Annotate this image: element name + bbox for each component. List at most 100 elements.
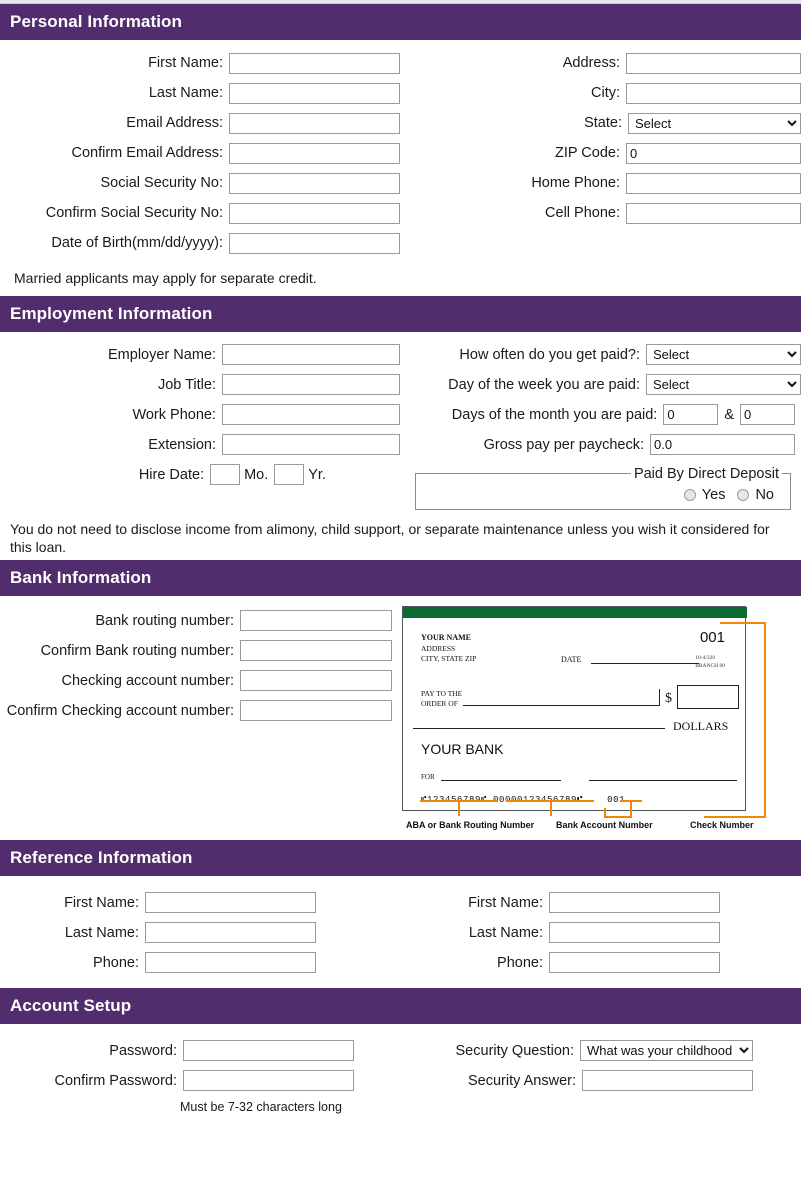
check-date-line (591, 662, 699, 664)
field-confirm-bank-routing-number: Confirm Bank routing number: (0, 636, 400, 666)
reference1-first-name-input[interactable] (145, 892, 316, 914)
check-graphic: YOUR NAME ADDRESS CITY, STATE ZIP DATE 0… (402, 605, 747, 811)
field-password: Password: (0, 1036, 400, 1066)
address-input[interactable] (626, 52, 801, 74)
field-label-reference2-first-name: First Name: (468, 894, 543, 911)
check-fraction-top: 10-4/320 (695, 654, 716, 661)
password-hint: Must be 7-32 characters long (180, 1099, 342, 1114)
home-phone-input[interactable] (626, 172, 801, 194)
check-for-label: FOR (421, 772, 435, 781)
social-security-no-input[interactable] (229, 172, 400, 194)
field-label-work-phone: Work Phone: (132, 406, 216, 423)
field-confirm-social-security-no: Confirm Social Security No: (0, 198, 400, 228)
check-annotation-labels: ABA or Bank Routing Number Bank Account … (360, 816, 770, 836)
pay-day-of-month-1-input[interactable] (663, 404, 719, 425)
field-label-pay-frequency: How often do you get paid?: (459, 346, 640, 363)
extension-input[interactable] (222, 434, 400, 455)
annotation-stem-checknum (630, 799, 632, 816)
confirm-password-input[interactable] (183, 1070, 354, 1092)
field-security-answer: Security Answer: (400, 1066, 801, 1096)
security-question-select[interactable]: What was your childhood (580, 1040, 753, 1062)
employment-right-column: How often do you get paid?: Select Day o… (400, 340, 801, 510)
check-pay-to-line1: PAY TO THE (421, 688, 463, 698)
job-title-input[interactable] (222, 374, 400, 395)
field-label-reference2-phone: Phone: (497, 954, 543, 971)
field-gross-pay: Gross pay per paycheck: (400, 430, 801, 460)
field-job-title: Job Title: (0, 370, 400, 400)
hire-date-month-unit-label: Mo. (244, 466, 269, 483)
bank-right-column: YOUR NAME ADDRESS CITY, STATE ZIP DATE 0… (400, 605, 801, 834)
reference1-last-name-input[interactable] (145, 922, 316, 944)
check-bank-name: YOUR BANK (421, 740, 504, 757)
pay-day-of-month-2-input[interactable] (740, 404, 795, 425)
section-employment-information: Employment Information Employer Name: Jo… (0, 295, 801, 560)
first-name-input[interactable] (229, 52, 400, 74)
check-payer-city: CITY, STATE ZIP (421, 653, 477, 663)
field-label-cell-phone: Cell Phone: (545, 205, 620, 221)
direct-deposit-yes-label: Yes (701, 486, 726, 503)
field-reference1-last-name: Last Name: (0, 918, 400, 948)
reference-body: First Name: Last Name: Phone: First Name… (0, 876, 801, 988)
zip-code-input[interactable] (626, 142, 801, 164)
employer-name-input[interactable] (222, 344, 400, 365)
field-zip-code: ZIP Code: (400, 138, 801, 168)
direct-deposit-options: Yes No (424, 486, 782, 503)
bank-routing-number-input[interactable] (240, 610, 392, 632)
date-of-birth-input[interactable] (229, 232, 400, 254)
field-date-of-birth: Date of Birth(mm/dd/yyyy): (0, 228, 400, 258)
confirm-checking-account-number-input[interactable] (240, 700, 392, 722)
hire-date-year-input[interactable] (274, 464, 305, 485)
pay-day-of-week-select[interactable]: Select (646, 374, 801, 395)
field-reference1-first-name: First Name: (0, 888, 400, 918)
state-select[interactable]: Select (628, 112, 801, 134)
check-signature-line (589, 779, 737, 781)
pay-frequency-select[interactable]: Select (646, 344, 801, 365)
personal-body: First Name: Last Name: Email Address: Co… (0, 40, 801, 264)
field-checking-account-number: Checking account number: (0, 666, 400, 696)
work-phone-input[interactable] (222, 404, 400, 425)
direct-deposit-no-radio[interactable] (737, 488, 750, 501)
field-hire-date: Hire Date: Mo. Yr. (0, 460, 400, 490)
field-label-password: Password: (109, 1042, 177, 1059)
email-address-input[interactable] (229, 112, 400, 134)
last-name-input[interactable] (229, 82, 400, 104)
check-pay-to-line2: ORDER OF (421, 699, 458, 709)
password-input[interactable] (183, 1040, 354, 1062)
hire-date-month-input[interactable] (210, 464, 241, 485)
gross-pay-input[interactable] (650, 434, 795, 455)
cell-phone-input[interactable] (626, 202, 801, 224)
confirm-social-security-no-input[interactable] (229, 202, 400, 224)
city-input[interactable] (626, 82, 801, 104)
employment-note: You do not need to disclose income from … (10, 520, 770, 555)
field-label-state: State: (584, 115, 622, 131)
field-label-city: City: (591, 85, 620, 101)
confirm-bank-routing-number-input[interactable] (240, 640, 392, 662)
reference2-phone-input[interactable] (549, 952, 720, 974)
field-label-first-name: First Name: (148, 55, 223, 71)
hire-date-year-unit-label: Yr. (308, 466, 326, 483)
check-amount-box (677, 684, 739, 709)
direct-deposit-yes-radio[interactable] (683, 488, 696, 501)
section-header-employment: Employment Information (0, 295, 801, 332)
direct-deposit-legend: Paid By Direct Deposit (633, 465, 779, 482)
reference1-phone-input[interactable] (145, 952, 316, 974)
personal-left-column: First Name: Last Name: Email Address: Co… (0, 48, 400, 258)
check-inner: YOUR NAME ADDRESS CITY, STATE ZIP DATE 0… (411, 623, 739, 806)
checking-account-number-input[interactable] (240, 670, 392, 692)
field-label-confirm-password: Confirm Password: (54, 1072, 177, 1089)
check-payer-block: YOUR NAME ADDRESS CITY, STATE ZIP (421, 633, 476, 664)
reference2-last-name-input[interactable] (549, 922, 720, 944)
annotation-connector-top (720, 621, 766, 624)
check-payee-tick (659, 688, 660, 706)
annotation-stem-routing (458, 799, 460, 816)
field-confirm-email-address: Confirm Email Address: (0, 138, 400, 168)
field-pay-days-of-month: Days of the month you are paid: & (400, 400, 801, 430)
reference2-first-name-input[interactable] (549, 892, 720, 914)
field-label-security-answer: Security Answer: (468, 1072, 576, 1089)
check-dollars-word: DOLLARS (673, 718, 729, 733)
field-label-confirm-checking-account-number: Confirm Checking account number: (6, 702, 234, 719)
security-answer-input[interactable] (582, 1070, 753, 1092)
field-last-name: Last Name: (0, 78, 400, 108)
field-address: Address: (400, 48, 801, 78)
confirm-email-address-input[interactable] (229, 142, 400, 164)
